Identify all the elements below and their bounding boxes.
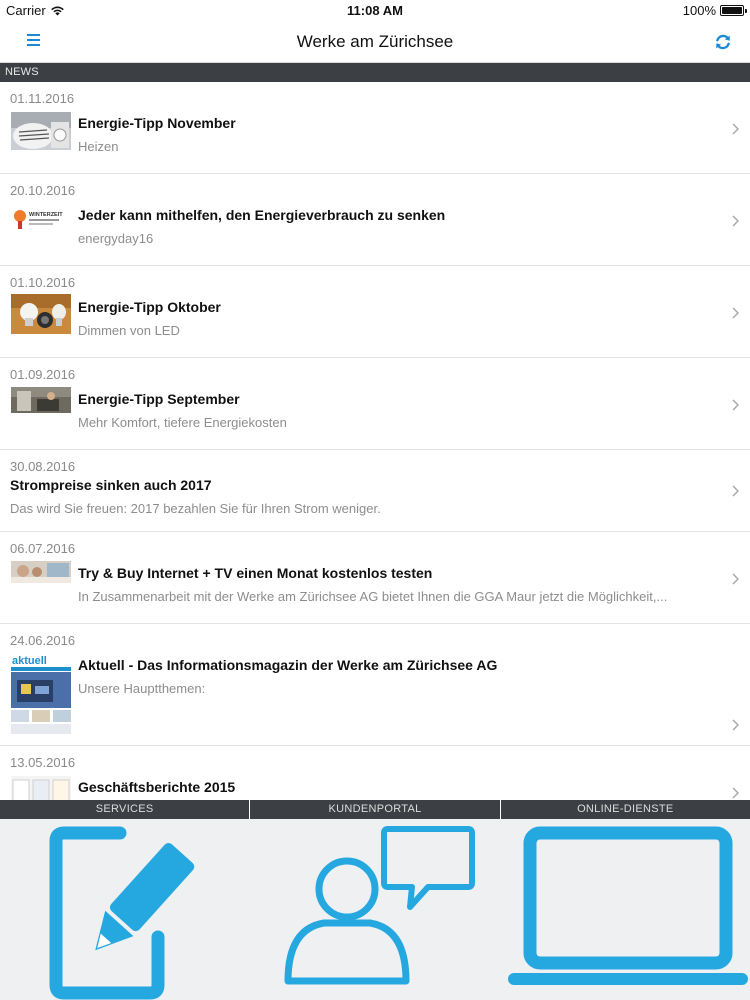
news-subtitle: Das wird Sie freuen: 2017 bezahlen Sie f… xyxy=(10,501,381,516)
thumbnail-report-image xyxy=(11,776,71,800)
winterzeit-logo-text: WINTERZEIT xyxy=(29,212,63,218)
refresh-icon[interactable] xyxy=(712,31,734,53)
news-subtitle: Dimmen von LED xyxy=(78,323,180,338)
thumbnail-led-image xyxy=(11,294,71,334)
chevron-right-icon xyxy=(732,485,739,497)
tab-bar: SERVICES KUNDENPORTAL ONLINE-DIENSTE xyxy=(0,800,750,819)
chevron-right-icon xyxy=(732,719,739,731)
chevron-right-icon xyxy=(732,399,739,411)
news-date: 20.10.2016 xyxy=(10,183,76,198)
laptop-icon xyxy=(508,826,748,985)
news-subtitle: Heizen xyxy=(78,139,119,154)
news-item[interactable]: 24.06.2016 aktuell Aktuell - Das Informa… xyxy=(0,624,750,746)
chevron-right-icon xyxy=(732,215,739,227)
chevron-right-icon xyxy=(732,787,739,799)
navigation-bar: Werke am Zürichsee xyxy=(0,20,750,63)
customer-chat-icon xyxy=(284,826,475,985)
news-headline: Energie-Tipp Oktober xyxy=(78,299,221,315)
magazine-title-text: aktuell xyxy=(12,655,47,667)
news-date: 01.09.2016 xyxy=(10,367,76,382)
services-tab-button[interactable] xyxy=(0,819,250,1000)
news-headline: Strompreise sinken auch 2017 xyxy=(10,477,212,493)
thumbnail-energyday-image: WINTERZEIT xyxy=(11,204,71,234)
chevron-right-icon xyxy=(732,573,739,585)
news-section-header: NEWS xyxy=(0,63,750,82)
news-item[interactable]: 30.08.2016 Strompreise sinken auch 2017 … xyxy=(0,450,750,532)
status-bar: Carrier 11:08 AM 100% xyxy=(0,0,750,20)
page-title: Werke am Zürichsee xyxy=(296,32,454,51)
news-item[interactable]: 01.10.2016 Energie-Tipp Oktober Dimmen v… xyxy=(0,266,750,358)
news-headline: Energie-Tipp September xyxy=(78,391,240,407)
news-subtitle: energyday16 xyxy=(78,231,154,246)
tab-kundenportal[interactable]: KUNDENPORTAL xyxy=(250,800,501,819)
news-list: 01.11.2016 Energie-Tipp November Heizen … xyxy=(0,82,750,800)
news-date: 30.08.2016 xyxy=(10,459,76,474)
news-date: 01.10.2016 xyxy=(10,275,76,290)
thumbnail-tv-image xyxy=(11,561,71,583)
battery-percent: 100% xyxy=(682,3,716,18)
news-item[interactable]: 20.10.2016 WINTERZEIT Jeder kann mithelf… xyxy=(0,174,750,266)
chevron-right-icon xyxy=(732,307,739,319)
news-subtitle: Mehr Komfort, tiefere Energiekosten xyxy=(78,415,287,430)
chevron-right-icon xyxy=(732,123,739,135)
news-date: 01.11.2016 xyxy=(10,91,75,106)
news-headline: Jeder kann mithelfen, den Energieverbrau… xyxy=(78,207,446,223)
thumbnail-heating-image xyxy=(11,112,71,150)
online-dienste-tab-button[interactable] xyxy=(500,819,750,1000)
clock: 11:08 AM xyxy=(347,3,403,18)
tab-services[interactable]: SERVICES xyxy=(0,800,251,819)
news-item[interactable]: 06.07.2016 Try & Buy Internet + TV einen… xyxy=(0,532,750,624)
tab-icon-row xyxy=(0,819,750,1000)
kundenportal-tab-button[interactable] xyxy=(250,819,500,1000)
news-date: 24.06.2016 xyxy=(10,633,76,648)
news-item[interactable]: 01.11.2016 Energie-Tipp November Heizen xyxy=(0,82,750,174)
news-headline: Try & Buy Internet + TV einen Monat kost… xyxy=(78,565,433,581)
news-date: 13.05.2016 xyxy=(10,755,76,770)
battery-indicator: 100% xyxy=(682,3,747,18)
news-subtitle: In Zusammenarbeit mit der Werke am Züric… xyxy=(78,589,668,604)
thumbnail-comfort-image xyxy=(11,387,71,413)
news-subtitle: Unsere Hauptthemen: xyxy=(78,681,206,696)
news-date: 06.07.2016 xyxy=(10,541,76,556)
thumbnail-magazine-image: aktuell xyxy=(11,652,71,734)
edit-form-icon xyxy=(49,826,195,1000)
news-headline: Aktuell - Das Informationsmagazin der We… xyxy=(78,657,498,673)
news-item[interactable]: 01.09.2016 Energie-Tipp September Mehr K… xyxy=(0,358,750,450)
news-item[interactable]: 13.05.2016 Geschäftsberichte 2015 xyxy=(0,746,750,800)
tab-online-dienste[interactable]: ONLINE-DIENSTE xyxy=(501,800,750,819)
news-headline: Geschäftsberichte 2015 xyxy=(78,779,236,795)
battery-icon xyxy=(720,5,747,16)
news-headline: Energie-Tipp November xyxy=(78,115,236,131)
